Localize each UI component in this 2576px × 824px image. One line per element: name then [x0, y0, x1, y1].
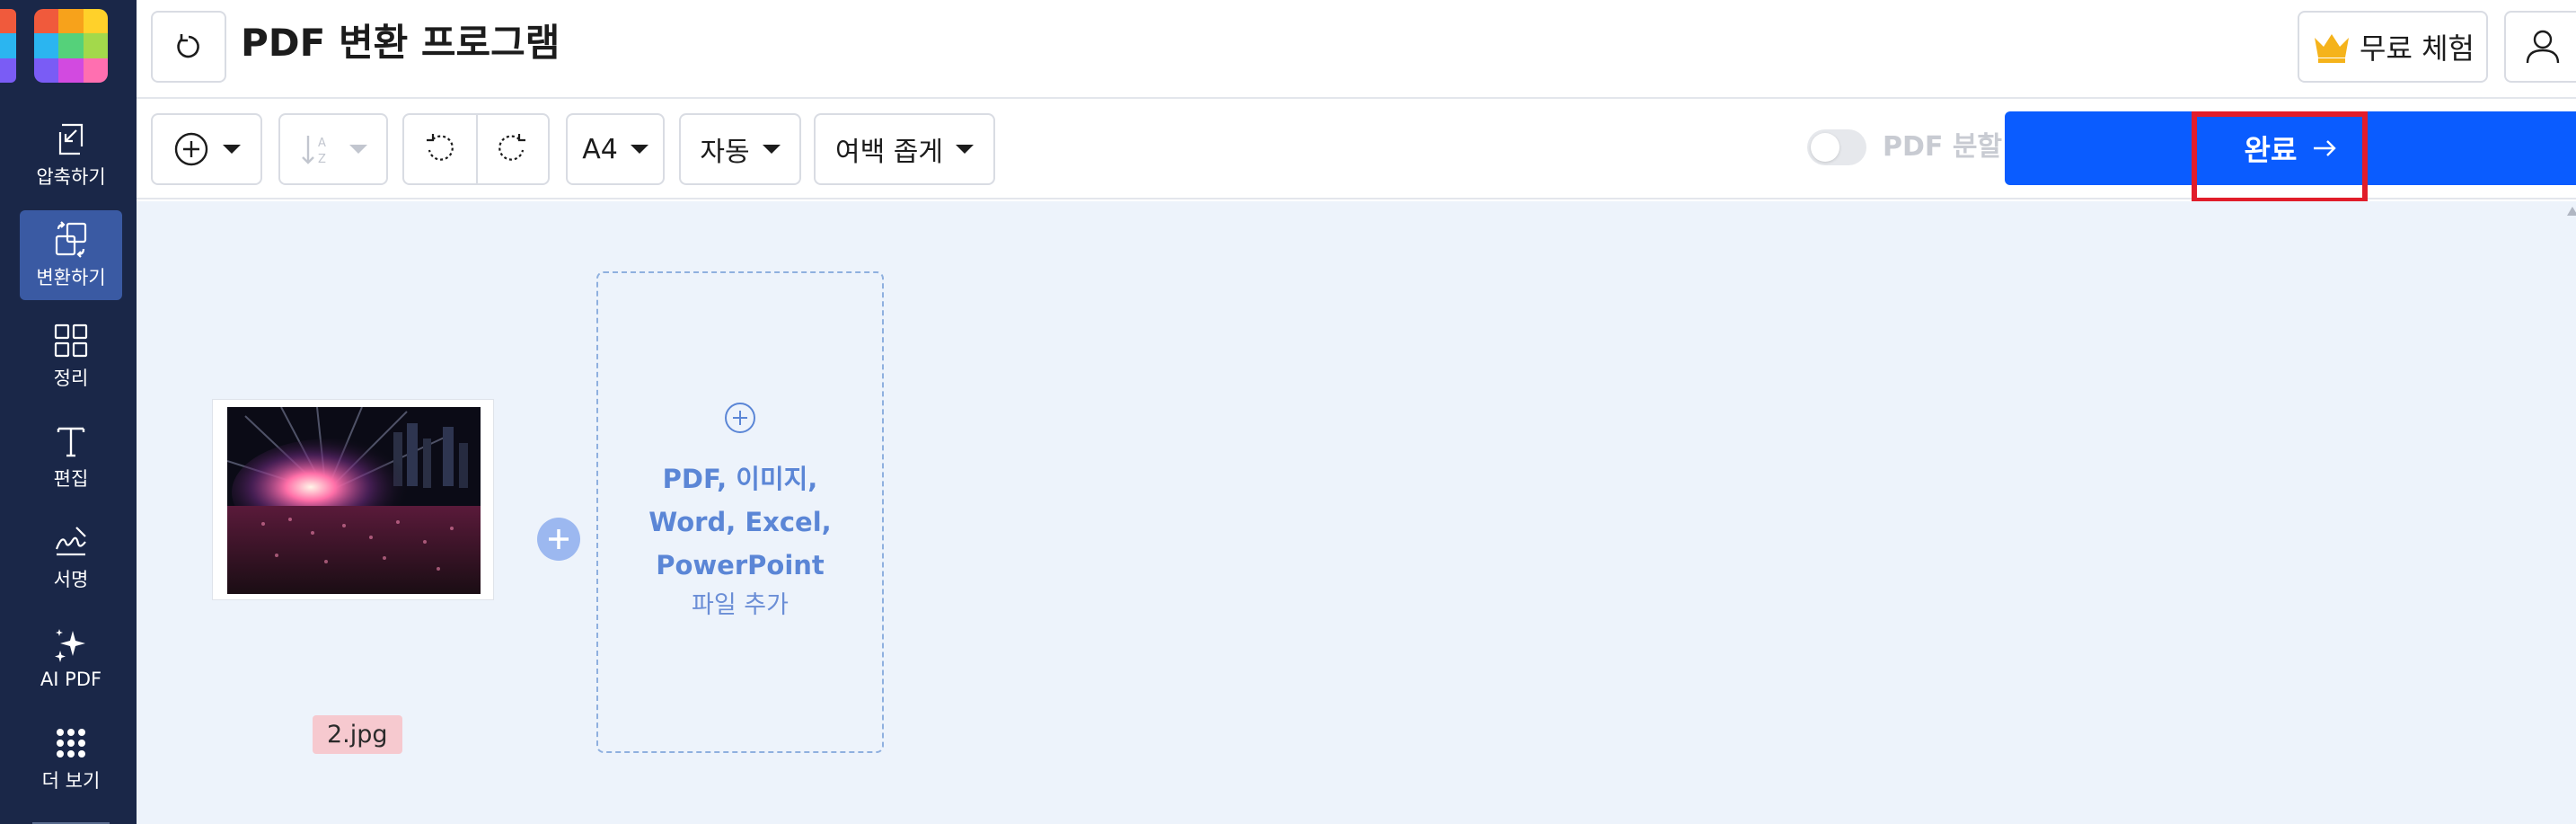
sidebar-item-edit[interactable]: 편집	[20, 412, 122, 501]
toggle-knob	[1811, 133, 1839, 162]
sidebar-item-label: 변환하기	[36, 267, 106, 288]
sidebar-item-convert[interactable]: 변환하기	[20, 210, 122, 300]
orientation-value: 자동	[700, 137, 750, 168]
orientation-select[interactable]: 자동	[679, 113, 801, 185]
plus-icon	[549, 529, 569, 549]
margin-value: 여백 좁게	[835, 137, 943, 168]
sidebar-item-label: AI PDF	[40, 669, 102, 690]
drop-zone-add-label: 파일 추가	[692, 591, 789, 619]
sidebar-item-label: 서명	[53, 569, 89, 590]
pdf-split-label: PDF 분할	[1883, 131, 2003, 163]
crown-icon	[2315, 34, 2350, 63]
chevron-down-icon	[630, 145, 648, 154]
sidebar-item-more[interactable]: 더 보기	[20, 713, 122, 803]
sidebar-item-label: 편집	[53, 468, 89, 490]
user-icon	[2526, 30, 2560, 64]
header: PDF 변환 프로그램 무료 체험	[137, 0, 2576, 99]
organize-icon	[54, 323, 88, 358]
convert-icon	[55, 221, 87, 258]
drop-zone-types-line-3: PowerPoint	[656, 550, 825, 580]
sidebar-item-sign[interactable]: 서명	[20, 512, 122, 602]
sidebar-item-compress[interactable]: 압축하기	[20, 110, 122, 199]
signature-icon	[55, 527, 86, 556]
svg-text:Z: Z	[318, 153, 326, 166]
app-logo[interactable]	[34, 9, 108, 83]
drop-zone-types-line-1: PDF, 이미지,	[662, 464, 818, 494]
sidebar: 압축하기 변환하기 정리 편집 서명 AI PDF 더 보기	[0, 0, 137, 824]
concert-photo	[227, 407, 481, 594]
margin-select[interactable]: 여백 좁게	[814, 113, 995, 185]
scrollbar-up-icon[interactable]	[2567, 207, 2576, 216]
page-size-value: A4	[582, 133, 618, 165]
rotate-group	[402, 113, 550, 185]
pdf-split-toggle[interactable]	[1807, 129, 1866, 165]
compress-icon	[58, 123, 84, 155]
chevron-down-icon	[955, 145, 974, 154]
sidebar-item-label: 정리	[53, 368, 89, 389]
free-trial-button[interactable]: 무료 체험	[2298, 11, 2488, 83]
sort-az-icon: A Z	[302, 136, 326, 166]
sidebar-item-label: 압축하기	[36, 166, 106, 188]
sort-dropdown[interactable]: A Z	[278, 113, 388, 185]
back-button[interactable]	[151, 11, 226, 83]
plus-circle-icon	[725, 403, 755, 433]
add-file-dropdown[interactable]	[151, 113, 262, 185]
file-drop-zone[interactable]: PDF, 이미지, Word, Excel, PowerPoint 파일 추가	[596, 271, 884, 753]
plus-circle-icon	[174, 132, 208, 166]
file-thumbnail[interactable]	[212, 399, 494, 600]
drop-zone-types-line-2: Word, Excel,	[648, 507, 832, 537]
highlight-box	[2192, 111, 2368, 203]
sidebar-item-ai-pdf[interactable]: AI PDF	[20, 613, 122, 703]
free-trial-label: 무료 체험	[2360, 31, 2475, 66]
page-title: PDF 변환 프로그램	[241, 21, 560, 65]
workspace: 2.jpg PDF, 이미지, Word, Excel, PowerPoint …	[137, 201, 2576, 824]
svg-text:A: A	[318, 137, 326, 150]
rotate-left-button[interactable]	[404, 115, 476, 183]
chevron-down-icon	[223, 145, 241, 154]
insert-file-button[interactable]	[537, 518, 580, 561]
undo-arrow-icon	[177, 34, 199, 58]
app-logo-edge	[0, 9, 16, 83]
chevron-down-icon	[349, 145, 367, 154]
rotate-right-icon	[498, 134, 525, 161]
sidebar-item-label: 더 보기	[41, 770, 101, 792]
more-grid-icon	[57, 729, 85, 758]
page-size-select[interactable]: A4	[566, 113, 665, 185]
account-button[interactable]	[2504, 11, 2576, 83]
rotate-right-button[interactable]	[476, 115, 548, 183]
toolbar-divider	[476, 115, 478, 183]
edit-text-icon	[57, 427, 85, 457]
chevron-down-icon	[762, 145, 781, 154]
rotate-left-icon	[427, 134, 454, 161]
sparkle-icon	[55, 629, 85, 662]
sidebar-item-organize[interactable]: 정리	[20, 311, 122, 401]
file-name-label: 2.jpg	[313, 715, 402, 754]
